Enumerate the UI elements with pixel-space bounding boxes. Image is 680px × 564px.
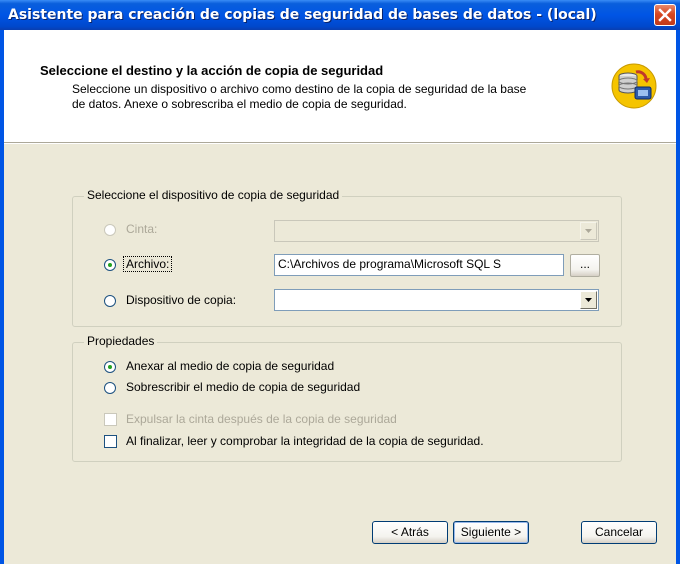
overwrite-label: Sobrescribir el medio de copia de seguri… — [126, 380, 361, 394]
tape-dropdown-button[interactable] — [580, 222, 597, 240]
eject-tape-checkbox[interactable] — [104, 413, 117, 426]
device-group-label: Seleccione el dispositivo de copia de se… — [84, 188, 343, 202]
tape-radio[interactable] — [104, 224, 116, 236]
close-icon — [658, 8, 672, 22]
append-radio[interactable] — [104, 361, 116, 373]
page-title: Seleccione el destino y la acción de cop… — [40, 63, 384, 78]
cancel-button[interactable]: Cancelar — [581, 521, 657, 544]
append-label: Anexar al medio de copia de seguridad — [126, 359, 335, 373]
database-backup-icon — [610, 62, 658, 110]
chevron-down-icon — [585, 298, 592, 302]
chevron-down-icon — [585, 229, 592, 233]
overwrite-radio[interactable] — [104, 382, 116, 394]
back-button[interactable]: < Atrás — [372, 521, 448, 544]
tape-label: Cinta: — [126, 222, 158, 236]
window-title: Asistente para creación de copias de seg… — [8, 7, 597, 23]
backup-device-dropdown-button[interactable] — [580, 291, 597, 309]
browse-button[interactable]: ... — [570, 254, 600, 277]
backup-device-radio[interactable] — [104, 295, 116, 307]
file-path-input[interactable]: C:\Archivos de programa\Microsoft SQL S — [274, 254, 564, 276]
page-description: Seleccione un dispositivo o archivo como… — [72, 82, 527, 111]
file-radio[interactable] — [104, 259, 116, 271]
verify-label: Al finalizar, leer y comprobar la integr… — [126, 434, 484, 448]
next-button[interactable]: Siguiente > — [453, 521, 529, 544]
file-label: Archivo: — [122, 256, 173, 272]
backup-device-label: Dispositivo de copia: — [126, 293, 237, 307]
eject-tape-label: Expulsar la cinta después de la copia de… — [126, 412, 397, 426]
close-button[interactable] — [654, 4, 676, 26]
verify-checkbox[interactable] — [104, 435, 117, 448]
properties-group-label: Propiedades — [84, 334, 158, 348]
tape-dropdown[interactable] — [274, 220, 599, 242]
backup-device-dropdown[interactable] — [274, 289, 599, 311]
